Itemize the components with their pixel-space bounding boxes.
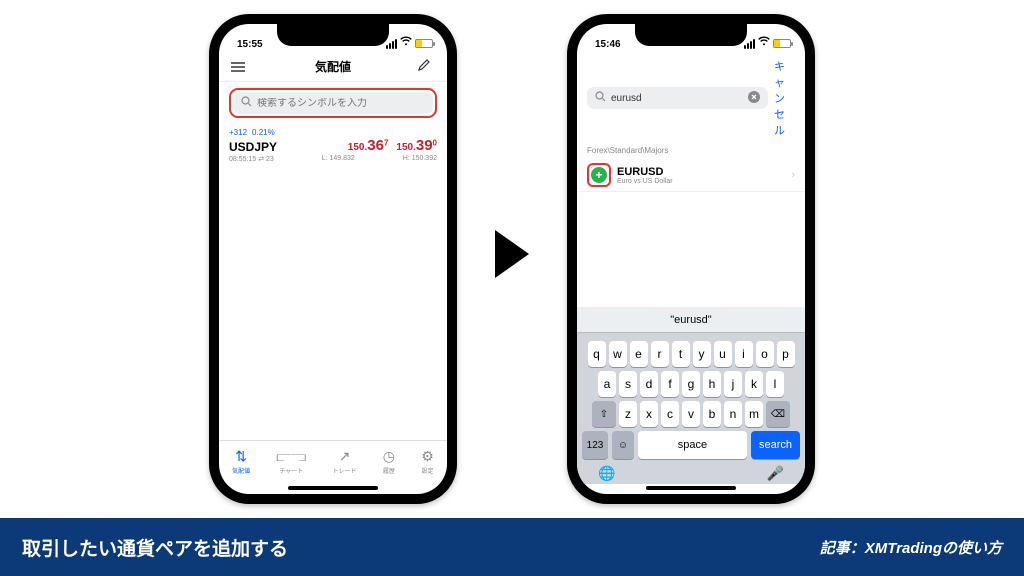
chevron-right-icon[interactable]: ›: [791, 169, 795, 181]
page-title: 気配値: [249, 58, 417, 75]
wifi-icon: [758, 36, 770, 49]
phone-left: 15:55 気配値: [209, 14, 457, 504]
cancel-button[interactable]: キャンセル: [774, 58, 795, 138]
key-k[interactable]: k: [745, 371, 763, 397]
result-desc: Euro vs US Dollar: [617, 178, 785, 185]
key-e[interactable]: e: [630, 341, 648, 367]
key-c[interactable]: c: [661, 401, 679, 427]
tab-trade[interactable]: ↗トレード: [332, 449, 356, 475]
tab-chart[interactable]: ⫍⫎チャート: [276, 449, 306, 475]
clear-icon[interactable]: [748, 91, 760, 106]
shift-key[interactable]: ⇧: [592, 401, 616, 427]
wifi-icon: [400, 36, 412, 49]
add-highlight: +: [587, 163, 611, 187]
key-b[interactable]: b: [703, 401, 721, 427]
battery-icon: [773, 39, 791, 48]
banner-source: 記事：XMTradingの使い方: [820, 537, 1002, 558]
search-icon: [241, 96, 252, 110]
key-y[interactable]: y: [693, 341, 711, 367]
candle-icon: ⫍⫎: [276, 449, 306, 465]
arrow-icon: [495, 230, 529, 278]
tab-settings[interactable]: ⚙設定: [421, 449, 434, 475]
signal-icon: [386, 39, 397, 49]
key-w[interactable]: w: [609, 341, 627, 367]
key-g[interactable]: g: [682, 371, 700, 397]
quote-high: H: 150.392: [403, 155, 437, 163]
keyboard-suggestion[interactable]: "eurusd": [577, 307, 805, 333]
phone-right: 15:46: [567, 14, 815, 504]
result-row[interactable]: + EURUSD Euro vs US Dollar ›: [577, 159, 805, 192]
key-q[interactable]: q: [588, 341, 606, 367]
bottom-toolbar: ⇅気配値 ⫍⫎チャート ↗トレード ◷履歴 ⚙設定: [219, 440, 447, 484]
search-key[interactable]: search: [751, 431, 800, 459]
clock-icon: ◷: [383, 449, 395, 465]
home-indicator[interactable]: [288, 486, 378, 490]
status-time: 15:46: [595, 39, 621, 50]
key-d[interactable]: d: [640, 371, 658, 397]
list-icon[interactable]: [231, 59, 249, 75]
key-a[interactable]: a: [598, 371, 616, 397]
notch: [635, 24, 747, 46]
key-j[interactable]: j: [724, 371, 742, 397]
key-m[interactable]: m: [745, 401, 763, 427]
add-button[interactable]: +: [591, 167, 607, 183]
result-symbol: EURUSD: [617, 166, 785, 178]
gear-icon: ⚙: [421, 449, 434, 465]
footer-banner: 取引したい通貨ペアを追加する 記事：XMTradingの使い方: [0, 518, 1024, 576]
trend-icon: ↗: [339, 449, 351, 465]
emoji-key[interactable]: ☺: [612, 431, 634, 459]
notch: [277, 24, 389, 46]
signal-icon: [744, 39, 755, 49]
arrows-icon: ⇅: [235, 449, 247, 465]
quote-pct: 0.21%: [252, 128, 275, 137]
key-n[interactable]: n: [724, 401, 742, 427]
key-f[interactable]: f: [661, 371, 679, 397]
search-input[interactable]: [611, 93, 743, 104]
tab-quotes[interactable]: ⇅気配値: [232, 449, 250, 475]
edit-icon[interactable]: [417, 58, 435, 75]
backspace-key[interactable]: ⌫: [766, 401, 790, 427]
tab-history[interactable]: ◷履歴: [383, 449, 395, 475]
banner-title: 取引したい通貨ペアを追加する: [22, 534, 288, 561]
key-u[interactable]: u: [714, 341, 732, 367]
quote-time: 08:55:15 ⇄ 23: [229, 155, 274, 163]
key-z[interactable]: z: [619, 401, 637, 427]
search-field[interactable]: [587, 87, 768, 109]
mic-icon[interactable]: 🎤: [767, 465, 784, 482]
quote-row[interactable]: +312 0.21% USDJPY 150.367 150.390 08:55:…: [219, 124, 447, 167]
bid-price: 150.367: [348, 137, 389, 154]
quote-low: L: 149.832: [322, 155, 355, 163]
battery-icon: [415, 39, 433, 48]
search-input[interactable]: [257, 98, 425, 109]
key-t[interactable]: t: [672, 341, 690, 367]
status-time: 15:55: [237, 39, 263, 50]
key-p[interactable]: p: [777, 341, 795, 367]
key-r[interactable]: r: [651, 341, 669, 367]
key-s[interactable]: s: [619, 371, 637, 397]
space-key[interactable]: space: [638, 431, 747, 459]
key-v[interactable]: v: [682, 401, 700, 427]
numbers-key[interactable]: 123: [582, 431, 608, 459]
key-x[interactable]: x: [640, 401, 658, 427]
quote-change: +312: [229, 128, 247, 137]
nav-bar: 気配値: [219, 52, 447, 82]
key-o[interactable]: o: [756, 341, 774, 367]
search-icon: [595, 91, 606, 105]
globe-icon[interactable]: 🌐: [598, 465, 615, 482]
search-highlight: [229, 88, 437, 118]
key-h[interactable]: h: [703, 371, 721, 397]
search-field[interactable]: [233, 92, 433, 114]
category-path: Forex\Standard\Majors: [577, 144, 805, 159]
quote-symbol: USDJPY: [229, 140, 277, 154]
ask-price: 150.390: [396, 137, 437, 154]
key-i[interactable]: i: [735, 341, 753, 367]
key-l[interactable]: l: [766, 371, 784, 397]
keyboard: qwertyuiop asdfghjkl ⇧ zxcvbnm ⌫ 123 ☺ s…: [577, 333, 805, 484]
home-indicator[interactable]: [646, 486, 736, 490]
